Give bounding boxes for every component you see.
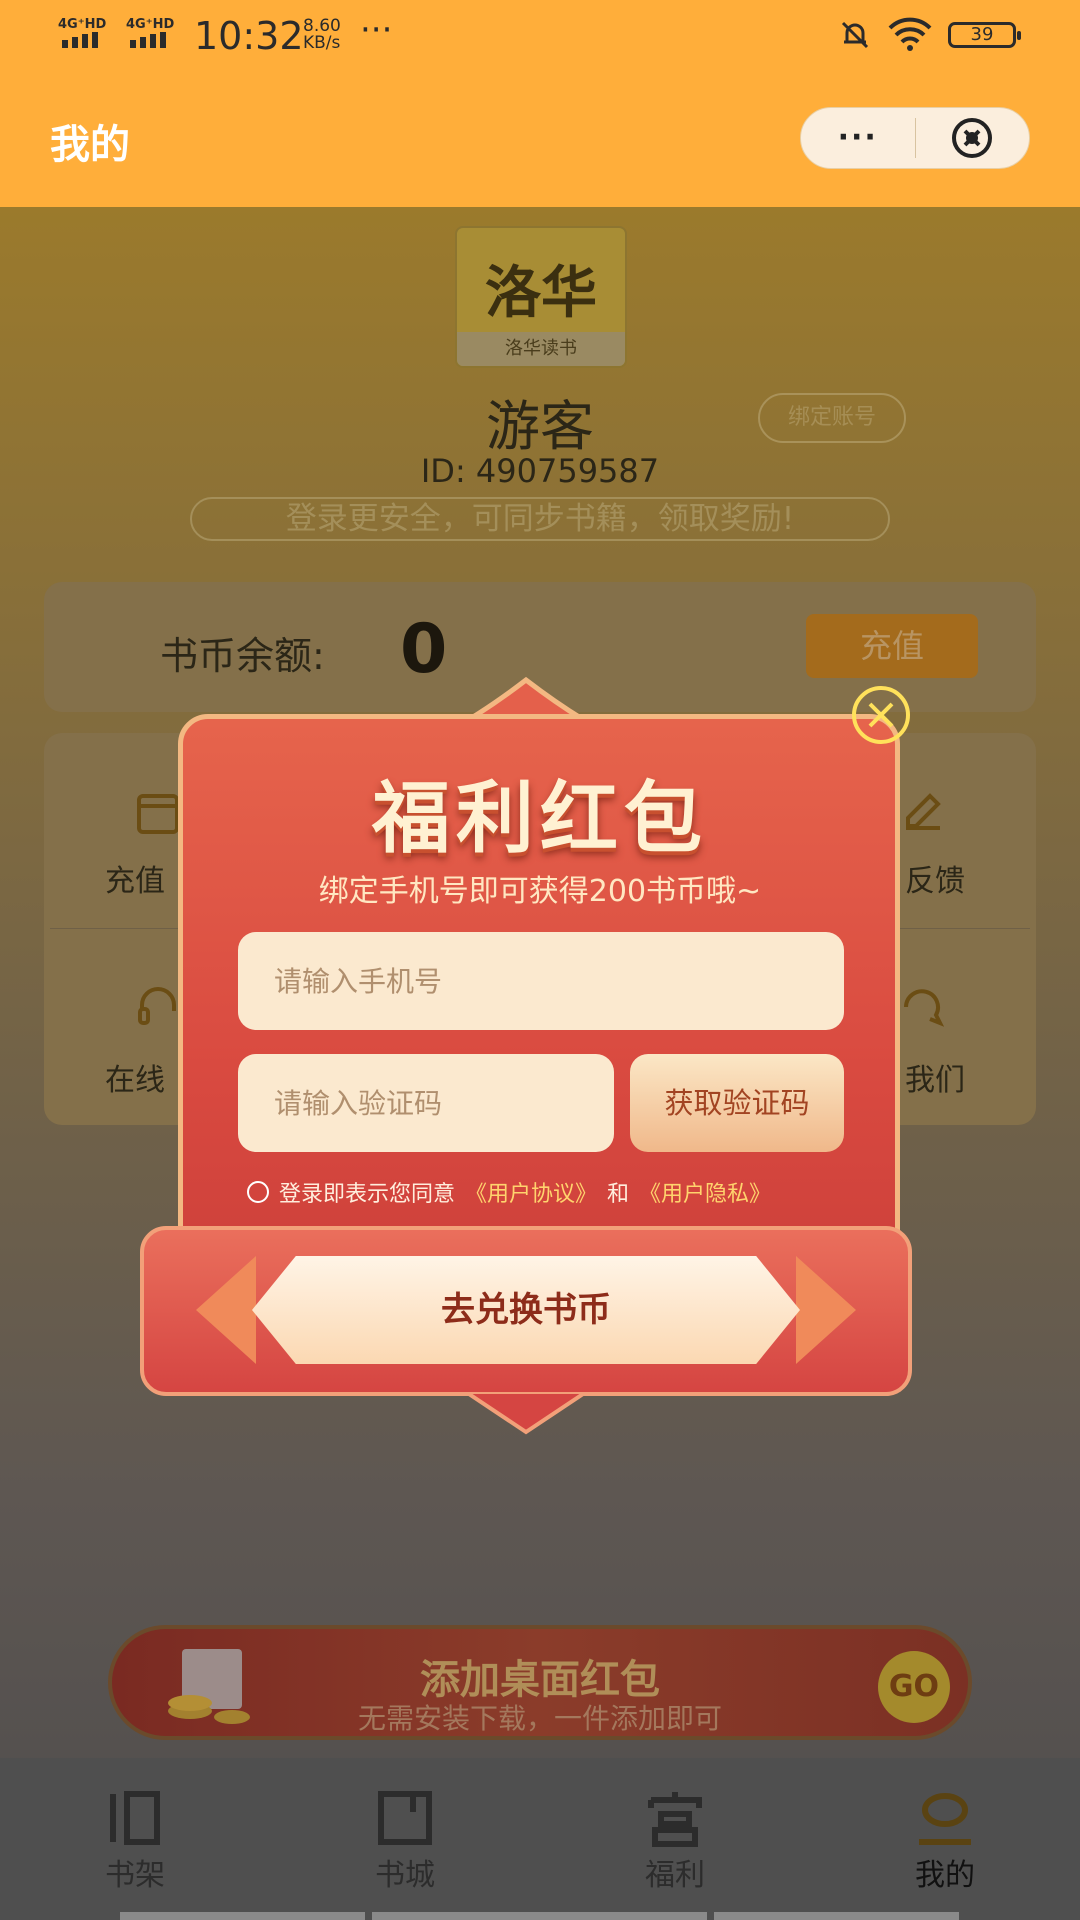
network-indicator-2: 4G⁺HD xyxy=(126,17,175,32)
desktop-redpacket-banner[interactable]: 添加桌面红包 无需安装下载，一件添加即可 GO xyxy=(108,1625,972,1740)
tab-mine-label: 我的 xyxy=(915,1858,975,1893)
login-hint-button[interactable]: 登录更安全，可同步书籍，领取奖励! xyxy=(190,497,890,541)
signal-icon-2 xyxy=(130,32,166,48)
close-circle-icon xyxy=(952,118,993,158)
page-title: 我的 xyxy=(50,122,130,168)
clock: 10:32 xyxy=(194,14,304,58)
gift-icon xyxy=(648,1792,702,1847)
exchange-coins-label: 去兑换书币 xyxy=(441,1290,611,1330)
close-miniapp-button[interactable] xyxy=(916,114,1030,162)
tab-bookstore-label: 书城 xyxy=(375,1858,435,1893)
privacy-link[interactable]: 《用户隐私》 xyxy=(639,1176,771,1208)
bottom-hint-line-3 xyxy=(714,1912,959,1920)
tab-welfare[interactable]: 福利 xyxy=(605,1758,745,1920)
agreement-row: 登录即表示您同意 《用户协议》 和 《用户隐私》 xyxy=(247,1176,771,1208)
wifi-icon xyxy=(888,17,932,51)
tab-bookstore[interactable]: 书城 xyxy=(335,1758,475,1920)
agreement-and: 和 xyxy=(607,1182,630,1207)
modal-title: 福利红包 xyxy=(371,774,708,864)
user-icon xyxy=(919,1793,971,1845)
tab-bookshelf-label: 书架 xyxy=(105,1858,165,1893)
bottom-hint-line-2 xyxy=(372,1912,707,1920)
agreement-text: 登录即表示您同意 xyxy=(279,1182,456,1207)
banner-subtitle: 无需安装下载，一件添加即可 xyxy=(357,1702,722,1735)
tab-bookshelf[interactable]: 书架 xyxy=(65,1758,205,1920)
battery-icon: 39 xyxy=(948,22,1021,48)
bookshelf-icon xyxy=(110,1791,160,1845)
welfare-redpacket-modal: 福利红包 绑定手机号即可获得200书币哦~ 获取验证码 登录即表示您同意 《用户… xyxy=(140,676,912,1446)
bell-muted-icon xyxy=(841,21,869,49)
network-speed-unit: KB/s xyxy=(303,33,341,53)
phone-input[interactable] xyxy=(238,932,844,1030)
get-code-button[interactable]: 获取验证码 xyxy=(630,1054,844,1152)
tab-welfare-label: 福利 xyxy=(645,1858,705,1893)
network-speed: 8.60 KB/s xyxy=(303,18,341,52)
balance-label: 书币余额: xyxy=(160,634,325,678)
network-indicator-1: 4G⁺HD xyxy=(58,17,107,32)
tab-mine[interactable]: 我的 xyxy=(875,1758,1015,1920)
modal-footer: 去兑换书币 xyxy=(140,1226,912,1451)
banner-go-button[interactable]: GO xyxy=(878,1651,950,1723)
close-icon xyxy=(868,702,894,728)
agreement-radio[interactable] xyxy=(247,1181,269,1203)
user-agreement-link[interactable]: 《用户协议》 xyxy=(465,1176,597,1208)
tab-bar: 书架 书城 福利 我的 xyxy=(0,1758,1080,1920)
bookstore-icon xyxy=(378,1791,432,1845)
nav-bar: 我的 ··· xyxy=(0,70,1080,207)
recharge-button[interactable]: 充值 xyxy=(806,614,978,678)
user-name: 游客 xyxy=(486,395,594,458)
status-more-icon: ··· xyxy=(360,10,393,50)
status-bar: 4G⁺HD 4G⁺HD 10:32 8.60 KB/s ··· 39 xyxy=(0,0,1080,70)
modal-close-button[interactable] xyxy=(852,686,910,744)
miniapp-capsule: ··· xyxy=(800,107,1030,169)
verification-code-input[interactable] xyxy=(238,1054,614,1152)
exchange-coins-button[interactable]: 去兑换书币 xyxy=(196,1256,856,1364)
logo-subtext: 洛华读书 xyxy=(457,332,625,366)
service-about-label[interactable]: 我们 xyxy=(905,1055,965,1099)
signal-icon xyxy=(62,32,98,48)
app-logo: 洛华 洛华读书 xyxy=(455,226,627,368)
bind-account-button[interactable]: 绑定账号 xyxy=(758,393,906,443)
more-menu-button[interactable]: ··· xyxy=(801,123,915,153)
user-id: ID: 490759587 xyxy=(420,452,660,490)
logo-text: 洛华 xyxy=(485,261,597,326)
footer-point-icon xyxy=(466,1392,586,1435)
bottom-hint-line-1 xyxy=(120,1912,365,1920)
modal-subtitle: 绑定手机号即可获得200书币哦~ xyxy=(318,874,762,909)
